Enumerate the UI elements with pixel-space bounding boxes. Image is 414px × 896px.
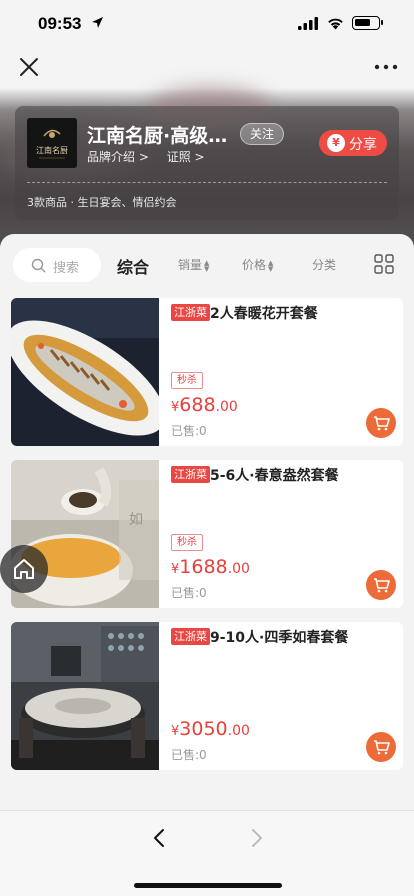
cart-icon [374,578,390,593]
tab-category[interactable]: 分类 [312,256,336,273]
tab-comprehensive[interactable]: 综合 [117,254,149,278]
product-category-tag: 江浙菜 [171,628,210,645]
shop-links: 品牌介绍 > 证照 > [87,148,219,165]
sort-arrows-icon: ▲ ▼ [204,258,210,273]
product-price: ¥1688.00 [171,556,250,578]
home-icon [14,559,34,579]
product-category-tag: 江浙菜 [171,466,210,483]
add-to-cart-button[interactable] [366,570,396,600]
product-card[interactable]: 如 江浙菜 5-6人·春意盎然套餐 秒杀 ¥1688.00 已售:0 [11,460,403,608]
cart-icon [374,416,390,431]
cellular-signal-icon [298,17,318,30]
tab-sales-label: 销量 [178,258,203,272]
flash-sale-badge: 秒杀 [171,372,203,389]
search-icon [31,258,46,273]
product-card[interactable]: 江浙菜 2人春暖花开套餐 秒杀 ¥688.00 已售:0 [11,298,403,446]
sold-count: 已售:0 [171,748,207,762]
shop-info-card: 江南名厨 江南名厨·高级… 关注 品牌介绍 > 证照 > ¥ 分享 3款商品 ·… [15,106,399,220]
product-price: ¥688.00 [171,394,238,416]
product-title: 9-10人·四季如春套餐 [210,630,349,646]
tab-price[interactable]: 价格 ▲ ▼ [242,256,273,273]
product-image[interactable] [11,622,159,770]
product-panel: 搜索 综合 销量 ▲ ▼ 价格 ▲ ▼ 分类 江浙菜 2人春暖花开套餐 秒杀 ¥… [0,234,414,810]
product-price: ¥3050.00 [171,718,250,740]
flash-sale-badge: 秒杀 [171,534,203,551]
status-bar: 09:53 [0,0,414,48]
product-title: 2人春暖花开套餐 [210,306,318,322]
share-label: 分享 [349,137,377,153]
home-indicator [134,883,282,888]
product-category-tag: 江浙菜 [171,304,210,321]
cart-icon [374,740,390,755]
browser-bottom-bar [0,810,414,896]
brand-intro-link[interactable]: 品牌介绍 > [87,150,149,164]
status-time: 09:53 [38,14,82,33]
forward-arrow-icon[interactable] [246,827,266,849]
tab-sales[interactable]: 销量 ▲ ▼ [178,256,209,273]
svg-text:江南名厨: 江南名厨 [36,145,68,155]
grid-view-icon[interactable] [374,254,394,274]
follow-button[interactable]: 关注 [240,123,284,145]
shop-logo[interactable]: 江南名厨 [27,118,77,168]
search-placeholder: 搜索 [53,261,80,276]
home-button[interactable] [0,545,48,593]
shop-name: 江南名厨·高级… [87,125,228,147]
sold-count: 已售:0 [171,586,207,600]
product-image[interactable] [11,298,159,446]
search-input[interactable]: 搜索 [13,248,101,282]
battery-icon [352,16,383,30]
divider [27,182,387,183]
back-arrow-icon[interactable] [150,827,170,849]
wifi-icon [328,18,343,30]
add-to-cart-button[interactable] [366,408,396,438]
sort-arrows-icon: ▲ ▼ [268,258,274,273]
shop-description: 3款商品 · 生日宴会、情侣约会 [27,196,177,209]
close-icon[interactable] [16,54,42,80]
location-arrow-icon [92,17,103,28]
add-to-cart-button[interactable] [366,732,396,762]
product-card[interactable]: 江浙菜 9-10人·四季如春套餐 ¥3050.00 已售:0 [11,622,403,770]
battery-level [355,19,370,26]
more-options-icon[interactable] [372,58,400,76]
product-title: 5-6人·春意盎然套餐 [210,468,339,484]
license-link[interactable]: 证照 > [167,150,205,164]
shop-logo-image: 江南名厨 [27,118,77,168]
tab-price-label: 价格 [242,258,267,272]
share-button[interactable]: ¥ 分享 [319,130,387,156]
sold-count: 已售:0 [171,424,207,438]
share-coin-icon: ¥ [327,134,345,152]
